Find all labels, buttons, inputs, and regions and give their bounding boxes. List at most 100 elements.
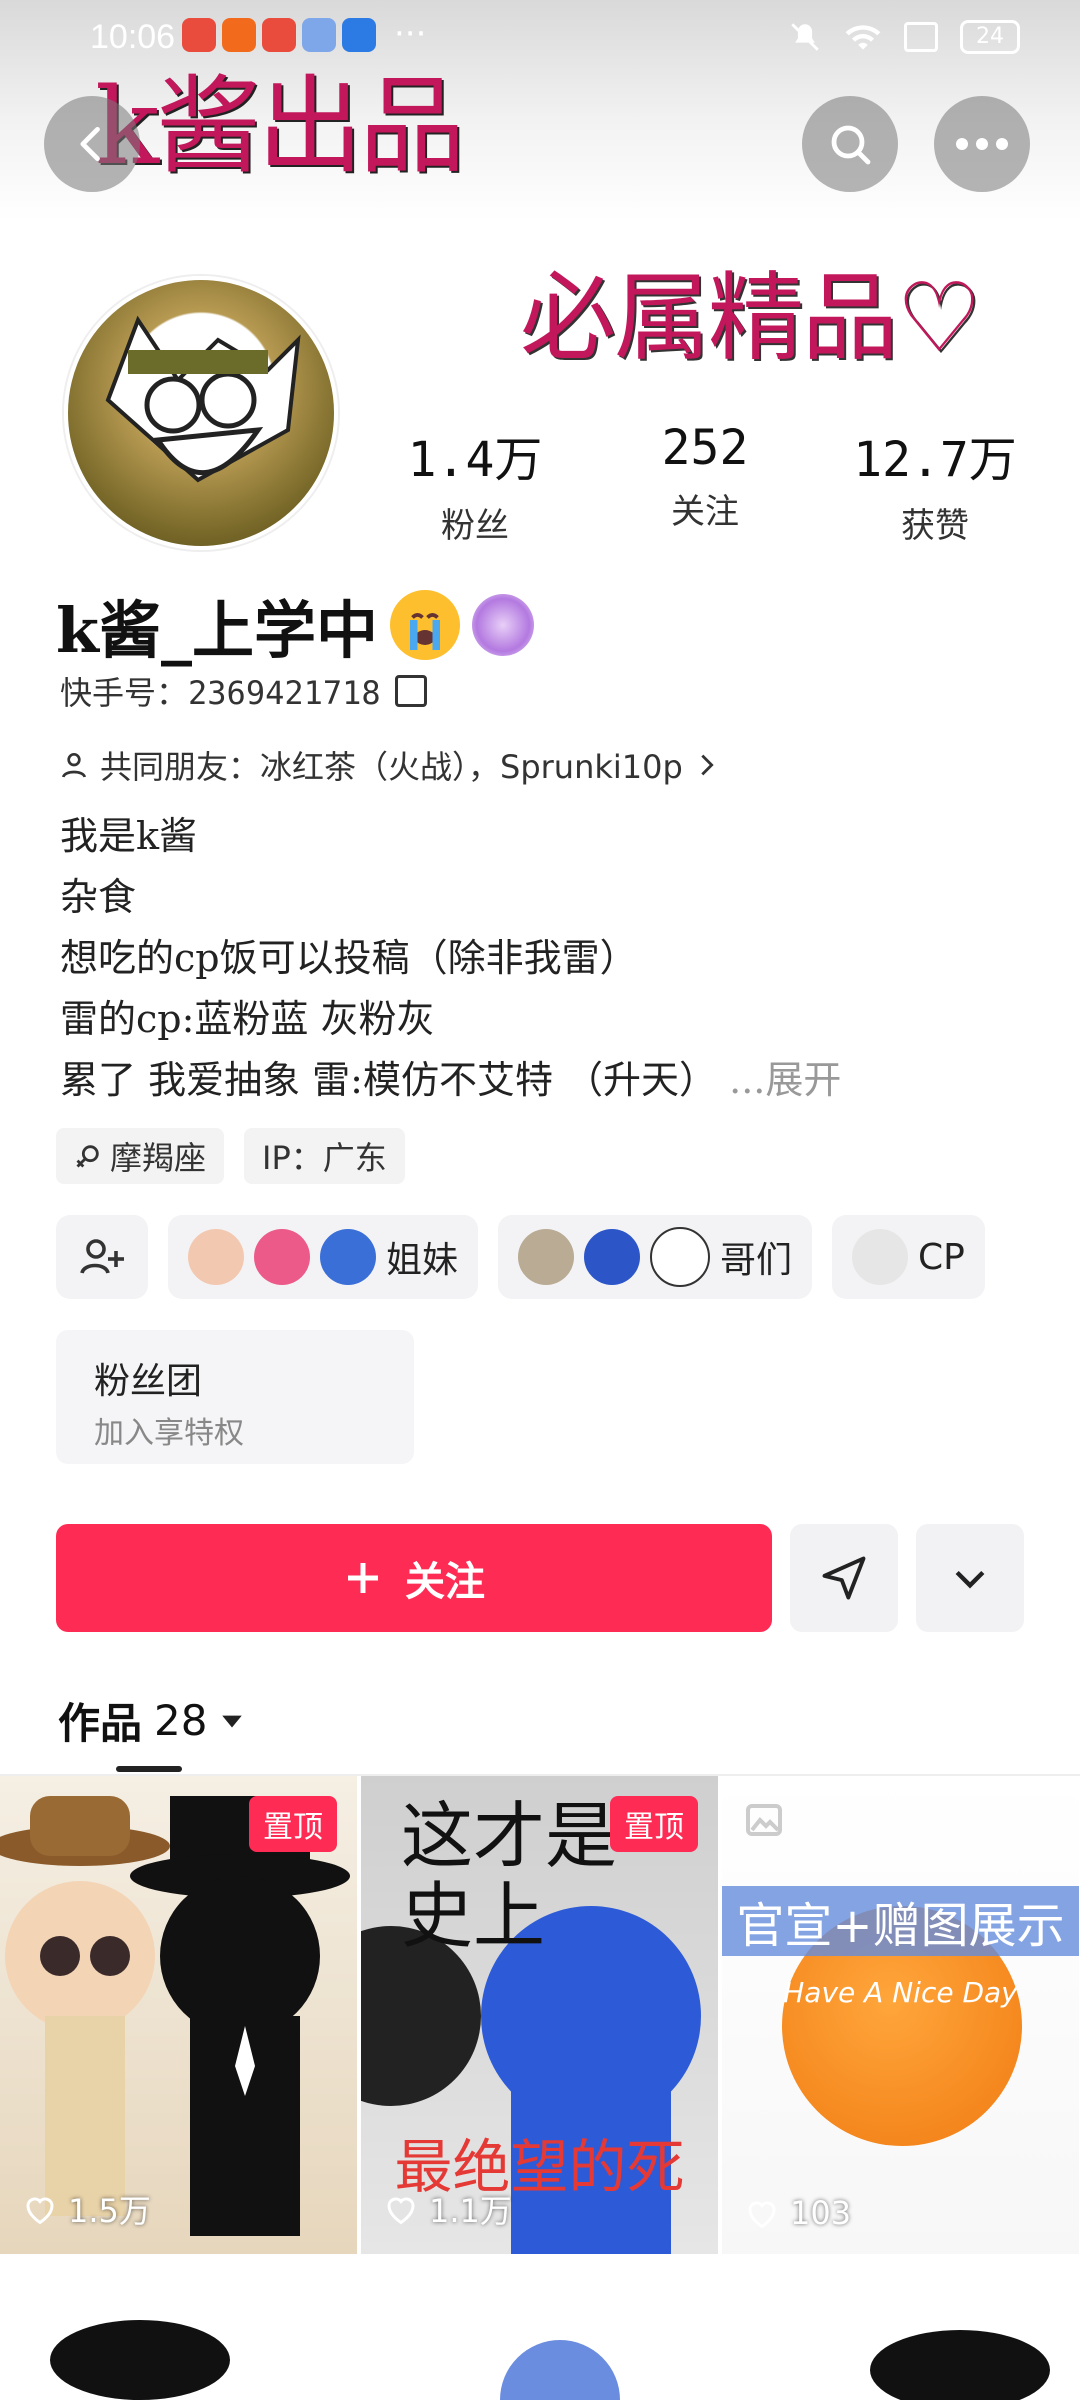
bio-line-last: 累了 我爱抽象 雷:模仿不艾特 （升天） ...展开 <box>60 1058 842 1102</box>
fan-club-card[interactable]: 粉丝团 加入享特权 <box>56 1330 414 1464</box>
expand-options-button[interactable] <box>916 1524 1024 1632</box>
likes-count: 1.1万 <box>383 2186 512 2232</box>
bio-line: 想吃的cp饭可以投稿（除非我雷） <box>60 936 638 980</box>
huawei-app-icon <box>182 18 216 52</box>
back-button[interactable] <box>44 96 140 192</box>
baidu-app-icon <box>342 18 376 52</box>
status-bar: 10:06 ··· 24 <box>0 0 1080 72</box>
233-app-icon <box>222 18 256 52</box>
search-icon <box>831 125 871 165</box>
mutual-friends-text: 共同朋友：冰红茶（火战），Sprunki10p <box>100 748 683 786</box>
send-icon <box>822 1556 866 1600</box>
stat-likes[interactable]: 12.7万 获赞 <box>825 420 1045 547</box>
profile-stats: 1.4万 粉丝 252 关注 12.7万 获赞 <box>365 420 1045 547</box>
fan-club-title: 粉丝团 <box>94 1361 203 1402</box>
likes-count: 1.5万 <box>22 2186 151 2232</box>
video-thumbnail[interactable]: 这才是 史上 置顶 最绝望的死 1.1万 <box>361 1776 718 2254</box>
avatar <box>254 1229 310 1285</box>
tag-zodiac: 摩羯座 <box>56 1128 225 1184</box>
chevron-right-icon <box>701 754 714 776</box>
stat-label: 获赞 <box>901 506 969 546</box>
profile-tags: 摩羯座 IP：广东 <box>56 1128 405 1184</box>
friend-groups: 姐妹 哥们 CP <box>56 1215 985 1299</box>
heart-icon <box>26 2197 54 2225</box>
partial-thumbnails <box>50 2320 1050 2400</box>
stat-value: 252 <box>661 420 749 476</box>
avatar[interactable] <box>64 276 338 550</box>
stat-value: 1.4万 <box>407 432 543 488</box>
bio-line: 雷的cp:蓝粉蓝 灰粉灰 <box>60 997 435 1041</box>
copy-icon[interactable] <box>394 675 427 707</box>
works-label: 作品 <box>58 1699 143 1748</box>
gallery-icon <box>746 1804 782 1836</box>
avatar <box>320 1229 376 1285</box>
status-time: 10:06 <box>90 18 176 56</box>
expand-bio-link[interactable]: ...展开 <box>729 1058 841 1102</box>
more-options-button[interactable] <box>934 96 1030 192</box>
crying-face-icon <box>389 590 460 660</box>
level-badge-icon[interactable] <box>471 594 534 656</box>
group-bros[interactable]: 哥们 <box>498 1215 813 1299</box>
video-thumbnail[interactable]: 置顶 1.5万 <box>0 1776 357 2254</box>
avatar <box>584 1229 641 1285</box>
avatar <box>852 1229 909 1285</box>
pinned-badge: 置顶 <box>610 1796 698 1852</box>
group-cp[interactable]: CP <box>832 1215 985 1299</box>
tab-works[interactable]: 作品 28 <box>58 1690 245 1751</box>
alert-icon <box>904 22 938 52</box>
group-sisters[interactable]: 姐妹 <box>168 1215 479 1299</box>
bio-line: 我是k酱 <box>60 814 198 858</box>
heart-icon <box>387 2197 415 2225</box>
username-row: k酱_上学中 <box>56 580 534 670</box>
heart-icon <box>748 2201 776 2229</box>
thumbnail-banner: 官宣+赠图展示 <box>722 1886 1079 1956</box>
chevron-down-icon <box>955 1570 985 1589</box>
system-icons: 24 <box>788 20 1020 54</box>
add-friend-button[interactable] <box>56 1215 148 1299</box>
caret-down-icon <box>222 1715 243 1727</box>
avatar-character-icon <box>105 315 301 483</box>
banner-subtitle: 必属精品♡ <box>520 262 982 374</box>
stat-following[interactable]: 252 关注 <box>595 420 815 547</box>
pinned-badge: 置顶 <box>249 1796 337 1852</box>
username: k酱_上学中 <box>56 594 378 667</box>
game-app-icon <box>302 18 336 52</box>
tag-ip: IP：广东 <box>244 1128 405 1184</box>
stat-value: 12.7万 <box>853 432 1017 488</box>
follow-button[interactable]: 关注 <box>56 1524 772 1632</box>
mutual-friends-row[interactable]: 共同朋友：冰红茶（火战），Sprunki10p <box>58 742 721 788</box>
plus-icon <box>348 1563 378 1593</box>
battery-icon: 24 <box>960 20 1020 54</box>
female-symbol-icon <box>76 1145 99 1168</box>
search-button[interactable] <box>802 96 898 192</box>
tag-text: IP：广东 <box>262 1139 387 1177</box>
chevron-left-icon <box>80 126 100 162</box>
person-icon <box>62 753 86 778</box>
more-dots-icon <box>956 138 1008 150</box>
send-message-button[interactable] <box>790 1524 898 1632</box>
bio-line: 杂食 <box>60 875 137 919</box>
stat-followers[interactable]: 1.4万 粉丝 <box>365 420 585 547</box>
thumbnail-subtitle: Have A Nice Day <box>783 1976 1018 2009</box>
mute-icon <box>791 23 819 51</box>
add-person-icon <box>80 1239 124 1274</box>
profile-page: k酱出品 必属精品♡ 10:06 ··· 24 1.4万 粉丝 252 关注 1… <box>0 0 1080 2400</box>
next-row-thumbnails <box>0 2300 1080 2400</box>
huawei-app-icon <box>262 18 296 52</box>
group-label: 姐妹 <box>386 1240 459 1281</box>
avatar <box>188 1229 244 1285</box>
video-grid: 置顶 1.5万 这才是 史上 置顶 最绝望的死 1.1万 官宣+赠图展示 Hav… <box>0 1776 1080 2254</box>
works-count: 28 <box>154 1696 208 1745</box>
wifi-icon <box>845 25 881 50</box>
likes-count: 103 <box>744 2194 851 2232</box>
notification-icons <box>182 18 376 52</box>
fan-club-subtitle: 加入享特权 <box>94 1416 244 1451</box>
avatar <box>518 1229 575 1285</box>
tag-text: 摩羯座 <box>110 1139 207 1177</box>
video-thumbnail[interactable]: 官宣+赠图展示 Have A Nice Day 103 <box>722 1776 1079 2254</box>
group-label: 哥们 <box>720 1240 793 1281</box>
kuaishou-id-row: 快手号：2369421718 <box>60 668 427 714</box>
thumbnail-title: 这才是 史上 <box>401 1794 618 1958</box>
more-notifications-icon: ··· <box>394 14 427 54</box>
stat-label: 关注 <box>671 492 739 532</box>
